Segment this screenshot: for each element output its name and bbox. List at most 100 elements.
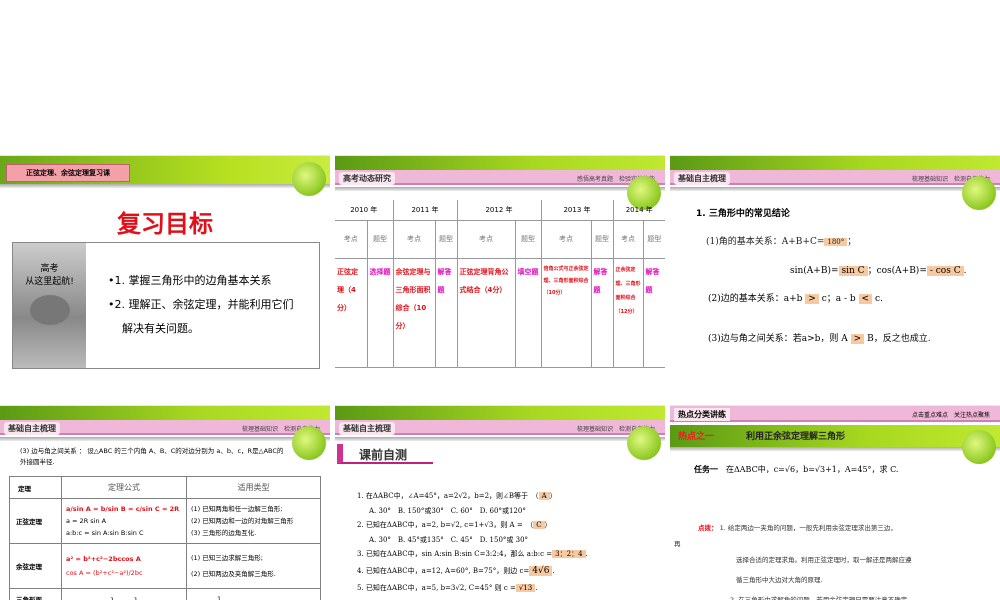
exam-point: 正弦定理（4分） [335,258,368,368]
apple-decoration [292,162,326,196]
tip-label: 点拨： [698,524,718,532]
col-head: 题型 [647,235,662,243]
theorem-name: 余弦定理 [9,543,62,589]
slide-thumbnail-4[interactable]: 基础自主梳理 梳理基础知识 检测自身能力 (3) 边与角之间关系 ： 设△ABC … [0,405,330,600]
answer: 3：2：4 [552,550,586,558]
formula: a² = b²+c²−2bccos A [66,555,141,563]
formula: a/sin A = b/sin B = c/sin C = 2R [66,505,180,513]
use: (1) 已知三边求解三角形; [191,554,263,562]
formula: a = 2R sin A [66,517,107,525]
section-title: 热点分类讲练 [674,408,730,421]
tree-image: 高考 从这里起航! [13,243,86,368]
question: 5. 已知在ΔABC中，a=5, b=3√2, C=45° 则 c = [357,584,516,592]
heading: 1. 三角形中的常见结论 [696,209,790,219]
text: c. [874,294,883,304]
year-header: 2010 年 [335,200,394,220]
answer: 4√6 [529,566,553,576]
answer: < [858,294,873,304]
col-head: 题型 [591,220,614,258]
text: (2)边的基本关系：a+b [708,294,803,304]
formula: cos A = (b²+c²−a²)/2bc [66,569,143,577]
hotspot-label: 热点之一 [678,432,715,442]
slide-thumbnail-5[interactable]: 基础自主梳理 梳理基础知识 检测自身能力 课前自测 1. 在ΔABC中，∠A=45… [335,405,665,600]
answer: A [538,492,550,500]
image-text: 高考 [40,264,59,274]
tip-text: 2. 在三角形中求解角的问题，若用余弦定理只需要注意不确定 [730,596,908,600]
header-bar: 热点分类讲练 点击重点难点 关注热点聚焦 [670,406,1000,422]
section-title: 基础自主梳理 [674,172,730,185]
text: (1)角的基本关系：A+B+C= [706,237,825,247]
slide-thumbnail-3[interactable]: 基础自主梳理 梳理基础知识 检测自身能力 1. 三角形中的常见结论 (1)角的基本… [670,155,1000,390]
text: sin(A+B)= [790,266,839,276]
col-head: 题型 [367,220,394,258]
lesson-label: 正弦定理、余弦定理复习课 [6,164,130,182]
goal-item: 解决有关问题。 [122,322,199,335]
exam-type: 解答题 [591,258,614,368]
goal-item: •1. 掌握三角形中的边角基本关系 [108,274,272,287]
exam-point: 余弦定理与三角形面积综合（10分） [393,258,436,368]
tip-text: 循三角形中大边对大角的原理. [736,576,823,584]
answer: > [805,294,819,304]
header-bar: 基础自主梳理 梳理基础知识 检测自身能力 [670,170,1000,185]
answer: sin C [838,266,868,276]
exam-type: 填空题 [515,258,542,368]
section-heading: 课前自测 [359,448,408,462]
intro-text: (3) 边与角之间关系 ： 设△ABC 的三个内角 A、B、C的对边分别为 a、… [20,447,284,466]
task-text: 在ΔABC中，c=√6，b=√3+1，A=45°，求 C. [726,465,899,474]
question: 3. 已知在ΔABC中，sin A:sin B:sin C=3:2:4，那么 a… [357,550,553,558]
exam-point: 倍角公式与正余弦定理、三角形面积综合（10分） [541,258,592,368]
section-title: 基础自主梳理 [339,422,395,435]
use: (2) 已知两边及夹角解三角形. [191,570,276,578]
text: c；a - b [821,294,856,304]
goal-item: •2. 理解正、余弦定理，并能利用它们 [108,298,294,311]
hotspot-title: 利用正余弦定理解三角形 [746,432,846,442]
task-label: 任务一 [694,464,718,474]
exam-point: 正余弦定理、三角形面积综合（12分） [613,258,644,368]
header-bar: 高考动态研究 感悟高考真题 检验实战技能 [335,170,665,185]
theorem-table: 定理 定理公式 适用类型 正弦定理 a/sin A = b/sin B = c/si… [9,476,321,600]
answer: 180° [824,238,848,246]
formula: a:b:c = sin A:sin B:sin C [66,529,144,537]
options: A. 30° B. 150°或30° C. 60° D. 60°或120° [369,507,526,515]
image-text: 从这里起航! [25,277,74,287]
slide-thumbnail-2[interactable]: 高考动态研究 感悟高考真题 检验实战技能 2010 年 2011 年 2012 年… [335,155,665,390]
answer: > [850,334,865,344]
question: 4. 已知在ΔABC中，a=12, A=60°, B=75°，则边 c= [357,567,530,575]
exam-type: 解答题 [645,267,660,294]
formula: 1 [133,595,138,600]
exam-table: 2010 年 2011 年 2012 年 2013 年 2014 年 考点 题型 … [335,200,665,368]
answer: √13 [515,584,536,592]
text: ；cos(A+B)= [867,266,927,276]
col-head: 定理 [9,476,62,499]
exam-point: 正弦定理背角公式结合（4分） [457,258,516,368]
slide-thumbnail-6[interactable]: 热点分类讲练 点击重点难点 关注热点聚焦 热点之一 利用正余弦定理解三角形 任务… [670,405,1000,600]
col-head: 题型 [435,220,458,258]
slide-title: 复习目标 [117,210,213,238]
col-head: 考点 [457,220,516,258]
col-head: 考点 [613,220,644,258]
header-bar: 基础自主梳理 梳理基础知识 检测自身能力 [0,420,330,435]
section-title: 高考动态研究 [339,172,395,185]
col-head: 考点 [541,220,592,258]
header-bar: 基础自主梳理 梳理基础知识 检测自身能力 [335,420,665,435]
exam-type: 解答题 [435,258,458,368]
year-header: 2011 年 [393,200,458,220]
text: (3)边与角之间关系：若a>b，则 A [708,334,848,344]
theorem-name: 三角形面 [9,588,62,600]
theorem-name: 正弦定理 [9,498,62,544]
use: (1) 已知两角和任一边解三角形; [191,505,283,513]
formula: 1 [217,594,222,600]
section-title: 基础自主梳理 [4,422,60,435]
text: B，反之也成立. [867,334,931,344]
goals-box: 高考 从这里起航! •1. 掌握三角形中的边角基本关系 •2. 理解正、余弦定理… [12,242,320,369]
answer: - cos C [926,266,964,276]
year-header: 2013 年 [541,200,614,220]
col-head: 考点 [335,220,368,258]
use: (2) 已知两边和一边的对角解三角形 [191,517,294,525]
col-head: 适用类型 [186,476,321,499]
exam-type: 选择题 [367,258,394,368]
col-head: 定理公式 [61,476,187,499]
slide-thumbnail-1[interactable]: 正弦定理、余弦定理复习课 复习目标 高考 从这里起航! •1. 掌握三角形中的边… [0,155,330,390]
question: 2. 已知在ΔABC中，a=2, b=√2, c=1+√3，则 A = [357,521,523,529]
tip-text: 选择合适的定理求角。利用正弦定理时，取一解还是两解应遵 [736,556,912,564]
